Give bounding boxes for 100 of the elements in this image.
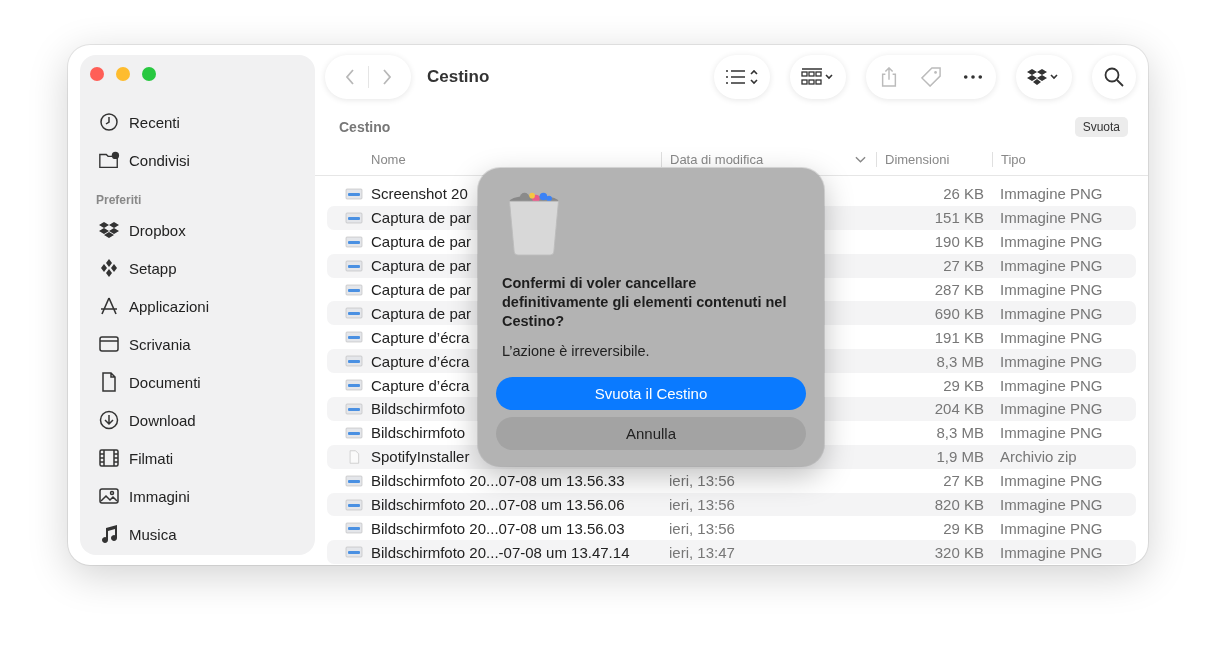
image-thumbnail-icon [345,186,363,201]
file-name: Screenshot 20 [371,185,468,203]
image-thumbnail-icon [345,521,363,536]
image-thumbnail-icon [345,497,363,512]
clock-icon [98,112,120,132]
file-type: Immagine PNG [1000,185,1103,203]
sidebar-item[interactable]: Filmati [80,439,315,477]
modified-date: ieri, 13:47 [669,543,735,561]
close-window-button[interactable] [90,67,104,81]
file-name: Bildschirmfoto 20...07-08 um 13.56.33 [371,472,625,490]
empty-trash-button[interactable]: Svuota [1074,117,1128,137]
file-size: 27 KB [943,257,984,275]
file-name: Captura de par [371,233,472,251]
file-size: 191 KB [934,328,984,346]
file-type: Immagine PNG [1000,424,1103,442]
file-name: Bildschirmfoto [371,424,466,442]
file-name: Captura de par [371,257,472,275]
sidebar-item[interactable]: Scrivania [80,325,315,363]
column-header[interactable]: Dimensioni [876,151,992,167]
file-type: Immagine PNG [1000,281,1103,298]
image-thumbnail-icon [345,306,363,321]
sidebar-item[interactable]: Setapp [80,249,315,287]
back-icon[interactable] [343,67,356,87]
image-thumbnail-icon [345,545,363,560]
image-thumbnail-icon [345,282,363,297]
search-button[interactable] [1092,55,1136,99]
confirm-button[interactable]: Svuota il Cestino [496,377,806,410]
sidebar-item[interactable]: Dropbox [80,211,315,249]
sidebar-item[interactable]: Musica [80,515,315,553]
file-size: 8,3 MB [936,352,984,370]
dialog-title: Confermi di voler cancellare definitivamente gli elementi contenuti nel Cestino? [502,274,788,331]
search-icon [1104,67,1124,87]
share-icon[interactable] [879,67,899,87]
file-size: 287 KB [934,281,984,298]
file-name: Capture d’écra [371,376,470,394]
cancel-button[interactable]: Annulla [496,417,806,450]
column-header[interactable]: Nome [315,151,661,167]
sidebar-item[interactable]: Recenti [80,103,315,141]
list-view-button[interactable] [714,55,770,99]
sidebar-item[interactable]: Condivisi [80,141,315,179]
file-size: 1,9 MB [936,448,984,466]
tag-icon[interactable] [921,67,941,87]
file-type: Immagine PNG [1000,400,1103,418]
file-size: 820 KB [934,496,984,513]
file-name: Bildschirmfoto [371,400,466,418]
file-type: Archivio zip [1000,448,1077,466]
forward-icon[interactable] [380,67,393,87]
image-thumbnail-icon [345,473,363,488]
file-type: Immagine PNG [1000,543,1103,561]
image-thumbnail-icon [345,354,363,369]
sidebar-item[interactable]: Download [80,401,315,439]
file-row[interactable]: Bildschirmfoto 20...07-08 um 13.56.06 ieri, 13:56 820 KB Immagine PNG [327,492,1136,517]
sidebar-item[interactable]: Applicazioni [80,287,315,325]
sidebar-item[interactable]: Documenti [80,363,315,401]
desktop-icon [98,334,120,354]
file-row[interactable]: Bildschirmfoto 20...-07-08 um 13.47.14 ieri, 13:47 320 KB Immagine PNG [327,540,1136,565]
photo-icon [98,486,120,506]
image-thumbnail-icon [345,330,363,345]
file-name: Bildschirmfoto 20...07-08 um 13.56.03 [371,519,625,537]
file-name: SpotifyInstaller [371,448,470,466]
file-type: Immagine PNG [1000,496,1103,513]
image-thumbnail-icon [345,258,363,273]
image-thumbnail-icon [345,401,363,416]
file-size: 151 KB [934,209,984,227]
file-type: Immagine PNG [1000,209,1103,227]
image-thumbnail-icon [345,378,363,393]
window-title: Cestino [427,67,490,87]
file-size: 29 KB [943,376,984,394]
file-name: Captura de par [371,281,472,298]
file-size: 204 KB [934,400,984,418]
shared-folder-icon [98,150,120,170]
column-header[interactable]: Tipo [992,151,1148,167]
image-thumbnail-icon [345,425,363,440]
download-icon [98,410,120,430]
file-type: Immagine PNG [1000,233,1103,251]
chevron-down-icon [855,156,866,164]
modified-date: ieri, 13:56 [669,496,735,513]
file-name: Capture d’écra [371,328,470,346]
file-name: Captura de par [371,209,472,227]
sidebar-item[interactable]: Immagini [80,477,315,515]
dropbox-icon [98,220,120,240]
group-button[interactable] [790,55,846,99]
file-type: Immagine PNG [1000,304,1103,322]
file-type: Immagine PNG [1000,328,1103,346]
column-header[interactable]: Data di modifica [661,151,876,167]
apps-icon [98,296,120,316]
file-size: 27 KB [943,472,984,490]
modified-date: ieri, 13:56 [669,519,735,537]
dialog-message: L’azione è irreversibile. [502,343,651,359]
file-type: Immagine PNG [1000,352,1103,370]
file-name: Bildschirmfoto 20...07-08 um 13.56.06 [371,496,625,513]
grid-icon [800,68,836,86]
file-type: Immagine PNG [1000,257,1103,275]
zoom-window-button[interactable] [142,67,156,81]
dropbox-button[interactable] [1016,55,1072,99]
file-size: 26 KB [943,185,984,203]
file-size: 190 KB [934,233,984,251]
location-title: Cestino [339,119,391,135]
file-name: Captura de par [371,304,472,322]
minimize-window-button[interactable] [116,67,130,81]
